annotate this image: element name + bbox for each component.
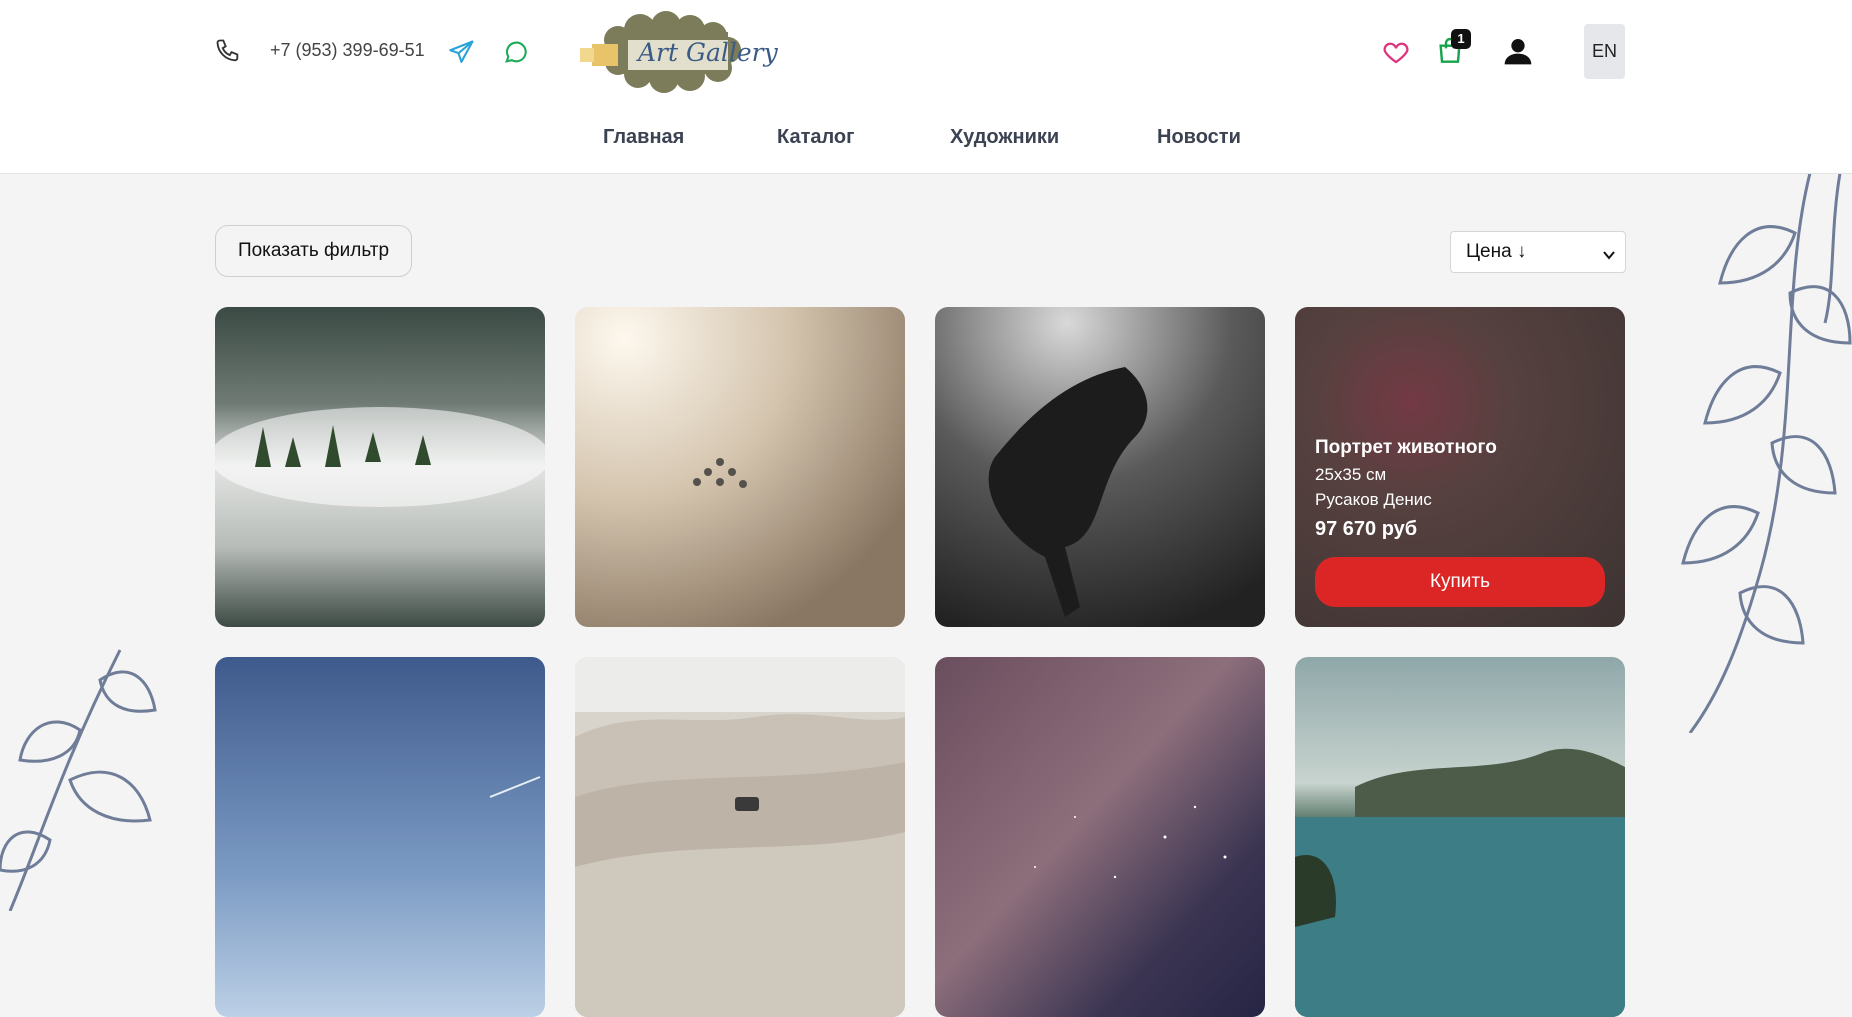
artwork-card-jets-sky[interactable] <box>575 307 905 627</box>
artwork-image <box>935 307 1265 627</box>
main-nav: Главная Каталог Художники Новости <box>0 126 1852 156</box>
artwork-image <box>575 657 905 1017</box>
nav-item-catalog[interactable]: Каталог <box>777 126 854 149</box>
nav-item-home[interactable]: Главная <box>603 126 684 149</box>
sort-select[interactable]: Цена ↓ <box>1450 231 1626 273</box>
telegram-icon[interactable] <box>448 38 476 66</box>
leaves-decoration-right <box>1681 173 1852 733</box>
chevron-down-icon <box>1603 244 1615 266</box>
artwork-image <box>215 307 545 627</box>
artwork-card-foggy-forest[interactable] <box>215 307 545 627</box>
logo-text: Art Gallery <box>638 38 778 67</box>
artwork-image <box>215 657 545 1017</box>
leaves-decoration-left <box>0 649 157 911</box>
card-title: Портрет животного <box>1315 437 1497 458</box>
artwork-image <box>575 307 905 627</box>
artwork-image <box>935 657 1265 1017</box>
cart-count-badge: 1 <box>1451 29 1471 49</box>
phone-icon[interactable] <box>214 37 242 65</box>
card-info: Портрет животного 25x35 см Русаков Денис… <box>1315 437 1497 541</box>
artwork-card-night-sky[interactable] <box>935 657 1265 1017</box>
card-price: 97 670 руб <box>1315 518 1418 540</box>
sort-select-value: Цена ↓ <box>1466 241 1527 262</box>
language-button[interactable]: EN <box>1584 24 1625 79</box>
artwork-card-blue-sky[interactable] <box>215 657 545 1017</box>
nav-item-artists[interactable]: Художники <box>950 126 1059 149</box>
artwork-card-desert[interactable] <box>575 657 905 1017</box>
card-size: 25x35 см <box>1315 465 1387 484</box>
heart-icon[interactable] <box>1381 37 1411 67</box>
show-filter-button[interactable]: Показать фильтр <box>215 225 412 277</box>
artwork-card-animal-portrait[interactable]: Портрет животного 25x35 см Русаков Денис… <box>1295 307 1625 627</box>
card-artist: Русаков Денис <box>1315 490 1432 509</box>
phone-number[interactable]: +7 (953) 399-69-51 <box>270 40 425 61</box>
artwork-card-lake-mountains[interactable] <box>1295 657 1625 1017</box>
site-logo[interactable]: Art Gallery <box>578 10 778 94</box>
artwork-image <box>1295 657 1625 1017</box>
artwork-card-underwater[interactable] <box>935 307 1265 627</box>
buy-button[interactable]: Купить <box>1315 557 1605 607</box>
whatsapp-icon[interactable] <box>502 38 530 66</box>
nav-item-news[interactable]: Новости <box>1157 126 1241 149</box>
site-header: +7 (953) 399-69-51 Art Gallery 1 EN Глав… <box>0 0 1852 174</box>
user-icon[interactable] <box>1502 35 1534 67</box>
